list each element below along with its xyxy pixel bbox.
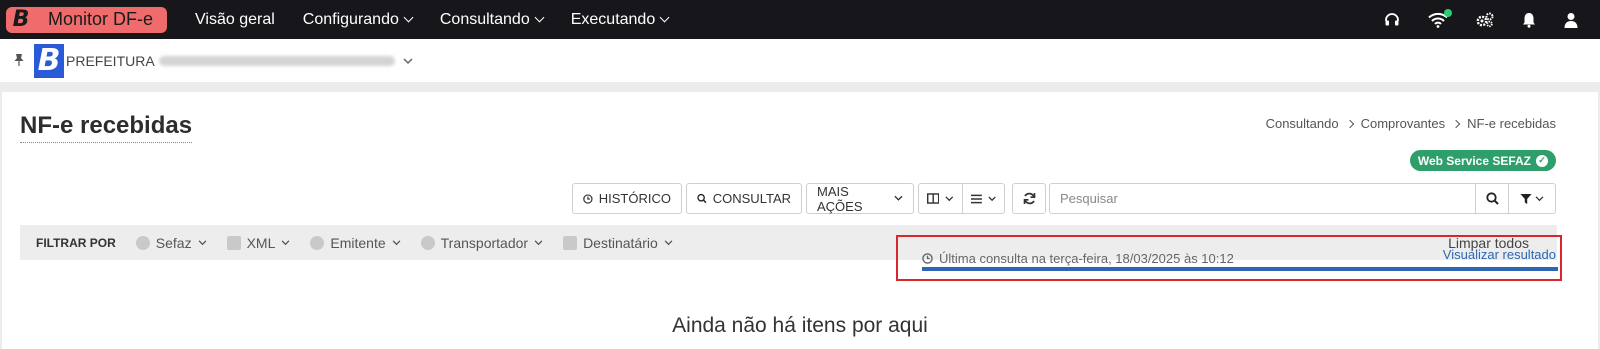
history-label: HISTÓRICO — [598, 191, 671, 206]
chevron-right-icon — [1451, 119, 1461, 128]
clock-icon — [583, 193, 593, 204]
headset-icon[interactable] — [1384, 12, 1400, 28]
top-icons — [1384, 0, 1578, 39]
query-progress-bar — [922, 267, 1558, 271]
chevron-down-icon — [1535, 195, 1544, 201]
chevron-right-icon — [1345, 119, 1354, 128]
columns-button[interactable] — [918, 183, 963, 214]
user-icon[interactable] — [1564, 12, 1578, 28]
chevron-down-icon — [534, 239, 543, 245]
last-query-highlight: Última consulta na terça-feira, 18/03/20… — [896, 235, 1562, 281]
breadcrumb-item[interactable]: Comprovantes — [1361, 116, 1446, 131]
chevron-down-icon — [392, 239, 401, 245]
chevron-down-icon — [894, 195, 903, 201]
nav-label: Visão geral — [195, 10, 275, 28]
filter-by-label: FILTRAR POR — [36, 235, 116, 250]
filter-item-label: Destinatário — [583, 234, 658, 251]
search-icon — [697, 193, 707, 204]
breadcrumb-item: NF-e recebidas — [1467, 116, 1556, 131]
check-circle-icon: ✓ — [1536, 154, 1548, 167]
nav-visao-geral[interactable]: Visão geral — [195, 11, 275, 29]
brand-letter: B — [12, 7, 30, 32]
query-button[interactable]: CONSULTAR — [686, 183, 802, 214]
chevron-down-icon — [664, 239, 673, 245]
gears-icon[interactable] — [1476, 12, 1494, 28]
top-navbar: B Monitor DF-e Visão geral Configurando … — [0, 0, 1600, 39]
funnel-icon — [1520, 193, 1532, 204]
filter-item-label: Transportador — [440, 234, 529, 251]
badge-label: Web Service SEFAZ — [1417, 153, 1531, 168]
nav-label: Consultando — [439, 10, 530, 28]
last-query-text: Última consulta na terça-feira, 18/03/20… — [939, 251, 1234, 266]
building-icon — [563, 235, 578, 250]
refresh-icon — [1023, 192, 1035, 205]
chevron-down-icon — [282, 239, 290, 245]
history-button[interactable]: HISTÓRICO — [572, 183, 682, 214]
main-panel: NF-e recebidas Consultando Comprovantes … — [2, 92, 1598, 349]
sefaz-icon — [135, 235, 150, 250]
columns-icon — [927, 193, 940, 204]
nav-label: Configurando — [302, 10, 399, 28]
organization-logo: B — [34, 43, 64, 78]
web-service-status-badge: Web Service SEFAZ ✓ — [1409, 150, 1556, 171]
filter-emitente[interactable]: Emitente — [310, 234, 401, 251]
xml-icon — [226, 235, 241, 250]
filter-destinatario[interactable]: Destinatário — [563, 235, 673, 251]
chevron-down-icon — [534, 12, 545, 23]
truck-icon — [420, 235, 435, 250]
nav-label: Executando — [570, 10, 656, 28]
search-button[interactable] — [1475, 183, 1509, 214]
chevron-down-icon — [403, 12, 414, 23]
search-placeholder: Pesquisar — [1060, 191, 1118, 206]
chevron-down-icon — [198, 239, 206, 245]
chevron-down-icon — [945, 195, 954, 201]
filter-item-label: XML — [246, 234, 276, 251]
search-icon — [1485, 192, 1499, 205]
last-query-info: Última consulta na terça-feira, 18/03/20… — [922, 251, 1234, 266]
chevron-down-icon[interactable] — [403, 52, 413, 70]
brand-name: Monitor DF-e — [48, 9, 154, 29]
refresh-button[interactable] — [1012, 183, 1046, 214]
empty-state-message: Ainda não há itens por aqui — [672, 314, 928, 337]
bell-icon[interactable] — [1522, 12, 1536, 28]
breadcrumb: Consultando Comprovantes NF-e recebidas — [1266, 116, 1556, 131]
query-label: CONSULTAR — [712, 191, 791, 206]
nav-executando[interactable]: Executando — [570, 10, 670, 29]
view-result-link[interactable]: Visualizar resultado — [1443, 247, 1556, 262]
organization-name-redacted — [158, 55, 395, 66]
filter-item-label: Sefaz — [155, 234, 192, 251]
chevron-down-icon — [659, 12, 670, 23]
search-input[interactable]: Pesquisar — [1049, 183, 1476, 214]
wifi-icon[interactable] — [1428, 8, 1452, 28]
filter-sefaz[interactable]: Sefaz — [135, 234, 207, 251]
clock-icon — [922, 253, 933, 264]
filter-button[interactable] — [1508, 183, 1556, 214]
filter-transportador[interactable]: Transportador — [420, 234, 543, 251]
chevron-down-icon — [988, 196, 996, 201]
toolbar-left: HISTÓRICO CONSULTAR MAIS AÇÕES — [572, 183, 1046, 214]
breadcrumb-item[interactable]: Consultando — [1266, 116, 1339, 131]
person-icon — [310, 235, 325, 250]
more-actions-button[interactable]: MAIS AÇÕES — [806, 183, 914, 214]
nav-configurando[interactable]: Configurando — [302, 10, 414, 29]
pin-icon[interactable] — [14, 53, 24, 69]
page-title: NF-e recebidas — [20, 112, 193, 143]
list-options-button[interactable] — [963, 183, 1005, 214]
filter-item-label: Emitente — [330, 234, 386, 251]
nav-consultando[interactable]: Consultando — [439, 10, 545, 29]
online-status-dot — [1444, 8, 1452, 17]
list-icon — [971, 194, 982, 203]
organization-bar: B PREFEITURA — [0, 39, 1600, 82]
organization-name[interactable]: PREFEITURA — [66, 53, 155, 69]
filter-xml[interactable]: XML — [226, 234, 291, 251]
more-actions-label: MAIS AÇÕES — [817, 183, 863, 214]
brand-logo[interactable]: B Monitor DF-e — [6, 6, 168, 33]
